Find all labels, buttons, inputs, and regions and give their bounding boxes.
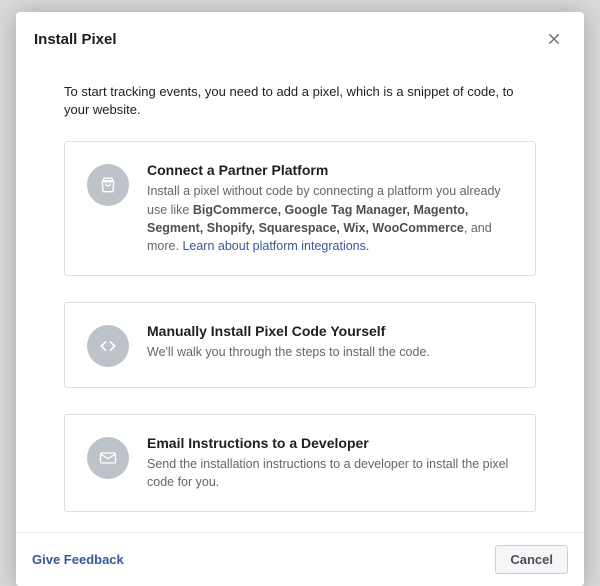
shopping-bag-icon — [87, 164, 129, 206]
modal-title: Install Pixel — [34, 31, 117, 48]
close-icon — [546, 30, 562, 49]
option-partner-desc: Install a pixel without code by connecti… — [147, 182, 513, 255]
option-partner-platform[interactable]: Connect a Partner Platform Install a pix… — [64, 141, 536, 276]
cancel-button[interactable]: Cancel — [495, 545, 568, 574]
option-manual-install[interactable]: Manually Install Pixel Code Yourself We'… — [64, 302, 536, 388]
learn-integrations-link[interactable]: Learn about platform integrations. — [182, 239, 369, 253]
code-icon — [87, 325, 129, 367]
option-manual-title: Manually Install Pixel Code Yourself — [147, 323, 513, 339]
option-email-body: Email Instructions to a Developer Send t… — [147, 435, 513, 491]
option-manual-body: Manually Install Pixel Code Yourself We'… — [147, 323, 513, 367]
option-partner-title: Connect a Partner Platform — [147, 162, 513, 178]
intro-text: To start tracking events, you need to ad… — [64, 83, 536, 119]
give-feedback-link[interactable]: Give Feedback — [32, 552, 124, 567]
option-email-desc: Send the installation instructions to a … — [147, 455, 513, 491]
close-button[interactable] — [542, 26, 566, 53]
modal-header: Install Pixel — [16, 12, 584, 65]
option-email-developer[interactable]: Email Instructions to a Developer Send t… — [64, 414, 536, 512]
modal-footer: Give Feedback Cancel — [16, 532, 584, 586]
modal-body: To start tracking events, you need to ad… — [16, 65, 584, 532]
install-pixel-modal: Install Pixel To start tracking events, … — [16, 12, 584, 586]
option-email-title: Email Instructions to a Developer — [147, 435, 513, 451]
option-manual-desc: We'll walk you through the steps to inst… — [147, 343, 513, 361]
option-partner-list: BigCommerce, Google Tag Manager, Magento… — [147, 203, 468, 235]
option-partner-body: Connect a Partner Platform Install a pix… — [147, 162, 513, 255]
envelope-icon — [87, 437, 129, 479]
